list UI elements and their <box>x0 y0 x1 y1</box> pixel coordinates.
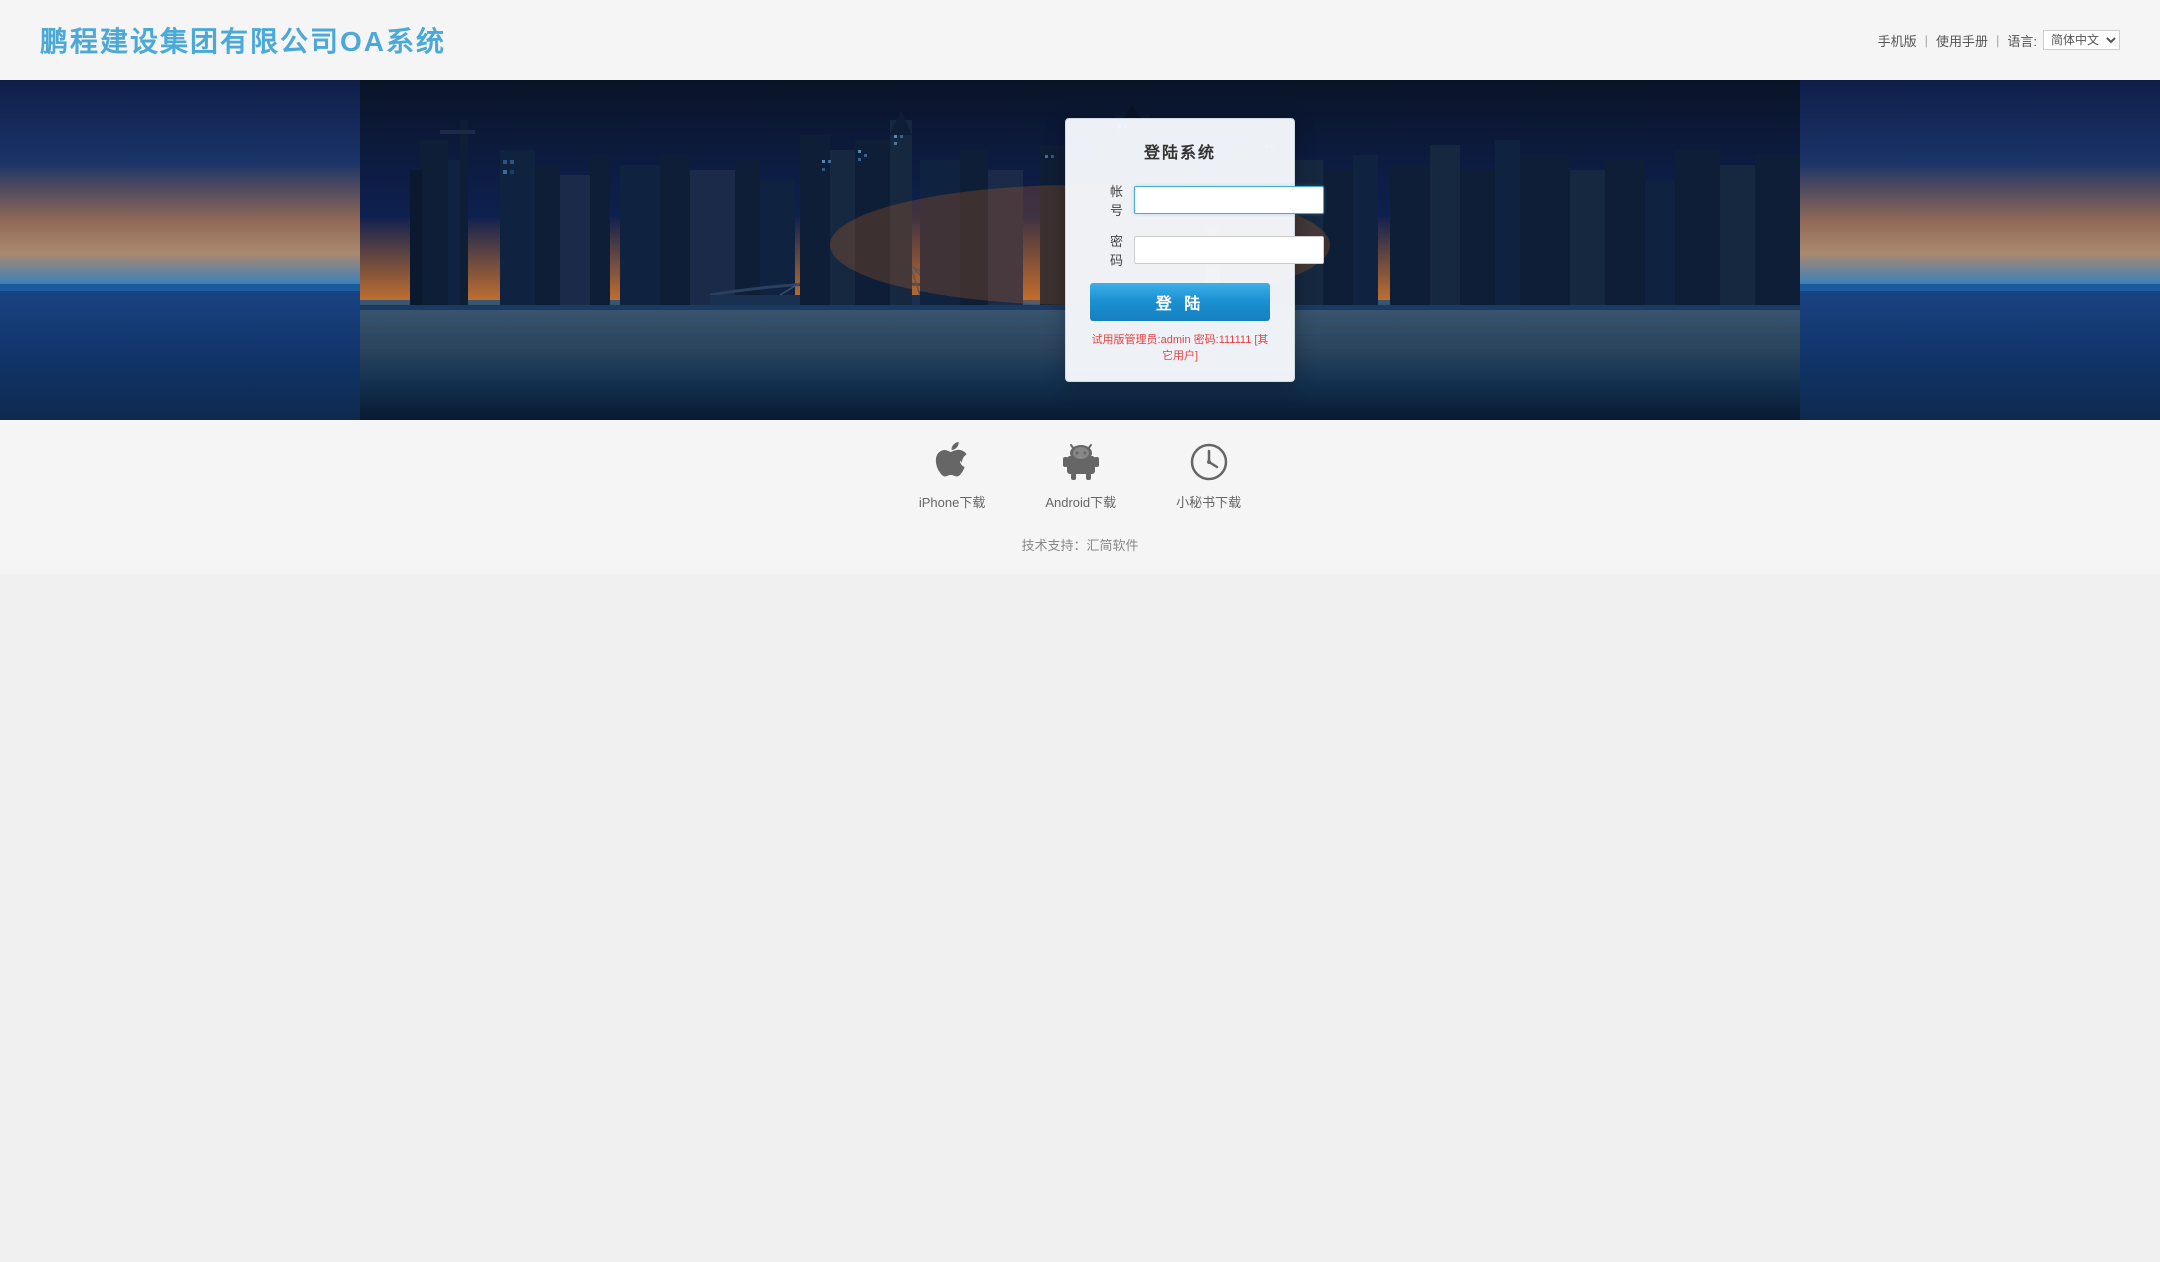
separator-2: | <box>1996 33 1999 48</box>
top-bar: 鹏程建设集团有限公司OA系统 手机版 | 使用手册 | 语言: 简体中文 Eng… <box>0 0 2160 80</box>
support-text: 技术支持：汇简软件 <box>1021 538 1138 553</box>
top-nav: 手机版 | 使用手册 | 语言: 简体中文 English <box>1878 30 2120 50</box>
mobile-link[interactable]: 手机版 <box>1878 31 1917 50</box>
password-row: 密 码 <box>1090 231 1270 269</box>
account-input[interactable] <box>1134 186 1324 214</box>
language-label: 语言: <box>2007 31 2037 50</box>
android-svg <box>1063 442 1099 482</box>
manual-link[interactable]: 使用手册 <box>1936 31 1988 50</box>
secretary-label: 小秘书下载 <box>1176 492 1241 511</box>
account-row: 帐 号 <box>1090 181 1270 219</box>
login-card: 登陆系统 帐 号 密 码 登 陆 试用版管理员:admin 密码:111111 … <box>1065 118 1295 382</box>
android-download[interactable]: Android下载 <box>1045 440 1116 511</box>
footer-support: 技术支持：汇简软件 <box>0 527 2160 574</box>
demo-info: 试用版管理员:admin 密码:111111 [其它用户] <box>1090 331 1270 363</box>
iphone-label: iPhone下载 <box>919 492 985 511</box>
site-title: 鹏程建设集团有限公司OA系统 <box>40 20 446 60</box>
login-button[interactable]: 登 陆 <box>1090 283 1270 321</box>
separator-1: | <box>1925 33 1928 48</box>
secretary-download[interactable]: 小秘书下载 <box>1176 440 1241 511</box>
android-icon <box>1059 440 1103 484</box>
iphone-icon <box>930 440 974 484</box>
hero-banner: 登陆系统 帐 号 密 码 登 陆 试用版管理员:admin 密码:111111 … <box>0 80 2160 420</box>
clock-svg <box>1190 443 1228 481</box>
secretary-icon <box>1187 440 1231 484</box>
apple-svg <box>934 442 970 482</box>
password-label: 密 码 <box>1090 231 1126 269</box>
account-label: 帐 号 <box>1090 181 1126 219</box>
footer-downloads: iPhone下载 <box>0 420 2160 527</box>
login-title: 登陆系统 <box>1090 139 1270 163</box>
android-label: Android下载 <box>1045 492 1116 511</box>
language-select[interactable]: 简体中文 English <box>2043 30 2120 50</box>
password-input[interactable] <box>1134 236 1324 264</box>
iphone-download[interactable]: iPhone下载 <box>919 440 985 511</box>
